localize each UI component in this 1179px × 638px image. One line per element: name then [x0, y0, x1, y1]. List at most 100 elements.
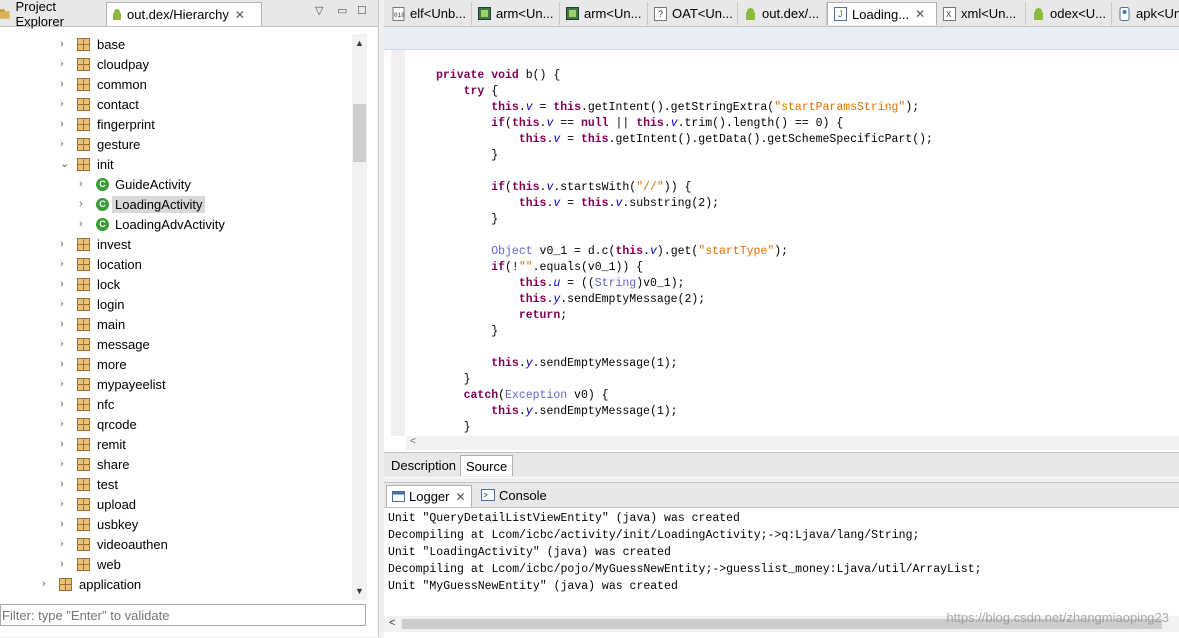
chevron-right-icon[interactable]: ›	[60, 519, 70, 530]
tree-item[interactable]: › contact	[60, 94, 139, 114]
class-icon: C	[96, 177, 109, 191]
chevron-right-icon[interactable]: ›	[60, 119, 70, 130]
code-token: .	[518, 405, 526, 418]
code-token: ==	[553, 117, 581, 130]
tree-item-label: qrcode	[97, 416, 137, 432]
chevron-right-icon[interactable]: ›	[60, 139, 70, 150]
scroll-up-icon[interactable]: ▲	[355, 38, 364, 48]
chevron-right-icon[interactable]: ›	[60, 299, 70, 310]
chevron-right-icon[interactable]: ›	[60, 439, 70, 450]
chevron-right-icon[interactable]: ›	[60, 379, 70, 390]
chevron-right-icon[interactable]: ›	[60, 459, 70, 470]
tab-source[interactable]: Source	[460, 455, 514, 476]
scroll-left-icon[interactable]: <	[410, 436, 416, 447]
package-icon	[77, 137, 90, 151]
code-token: if	[491, 117, 506, 130]
tree-item-label: init	[97, 156, 114, 172]
scroll-left-icon[interactable]: <	[389, 617, 395, 629]
tree-item[interactable]: › share	[60, 454, 130, 474]
tree-item[interactable]: › application	[42, 574, 141, 594]
source-code-view[interactable]: private void b() { try { this.v = this.g…	[384, 50, 1179, 436]
tree-item[interactable]: › base	[60, 34, 125, 54]
chevron-right-icon[interactable]: ›	[60, 99, 70, 110]
editor-tab[interactable]: 010 elf<Unb...	[386, 2, 472, 25]
scroll-down-icon[interactable]: ▼	[355, 586, 364, 596]
code-line: this.v = this.getIntent().getStringExtra…	[436, 100, 919, 116]
tab-description[interactable]: Description	[386, 455, 461, 475]
chevron-right-icon[interactable]: ›	[42, 579, 52, 590]
tree-item[interactable]: › qrcode	[60, 414, 137, 434]
chevron-right-icon[interactable]: ›	[60, 339, 70, 350]
chevron-right-icon[interactable]: ›	[60, 399, 70, 410]
tree-item[interactable]: › common	[60, 74, 147, 94]
editor-tab[interactable]: out.dex/...	[738, 2, 827, 25]
chevron-right-icon[interactable]: ›	[60, 239, 70, 250]
tree-item[interactable]: › mypayeelist	[60, 374, 166, 394]
tree-item[interactable]: › cloudpay	[60, 54, 149, 74]
tree-item[interactable]: › main	[60, 314, 125, 334]
minimize-icon[interactable]: ▭	[337, 4, 347, 17]
tree-item[interactable]: › location	[60, 254, 142, 274]
close-icon[interactable]: ✕	[915, 7, 925, 21]
chevron-right-icon[interactable]: ›	[60, 499, 70, 510]
chevron-right-icon[interactable]: ›	[79, 179, 89, 190]
tree-item[interactable]: › usbkey	[60, 514, 138, 534]
tree-item[interactable]: › fingerprint	[60, 114, 155, 134]
tree-item[interactable]: › login	[60, 294, 124, 314]
chevron-right-icon[interactable]: ›	[60, 79, 70, 90]
tree-item[interactable]: › lock	[60, 274, 120, 294]
tree-item-label: GuideActivity	[115, 176, 191, 192]
maximize-icon[interactable]: ☐	[357, 4, 367, 17]
tree-item[interactable]: ⌄ init	[60, 154, 114, 174]
tree-item[interactable]: › nfc	[60, 394, 114, 414]
editor-tab[interactable]: arm<Un...	[560, 2, 648, 25]
tree-item[interactable]: › gesture	[60, 134, 140, 154]
tree-item[interactable]: › C LoadingAdvActivity	[79, 214, 225, 234]
close-icon[interactable]: ✕	[235, 8, 245, 22]
chevron-right-icon[interactable]: ›	[60, 319, 70, 330]
tab-logger[interactable]: Logger ✕	[386, 485, 472, 507]
scroll-thumb[interactable]	[353, 104, 366, 162]
chevron-right-icon[interactable]: ›	[60, 279, 70, 290]
tree-item[interactable]: › invest	[60, 234, 131, 254]
code-token: this	[491, 101, 519, 114]
editor-tab[interactable]: arm<Un...	[472, 2, 560, 25]
tree-item[interactable]: › remit	[60, 434, 126, 454]
tree-item[interactable]: › web	[60, 554, 121, 574]
chevron-down-icon[interactable]: ⌄	[60, 159, 70, 170]
editor-tab[interactable]: apk<Un	[1112, 2, 1179, 25]
chevron-right-icon[interactable]: ›	[60, 59, 70, 70]
close-icon[interactable]: ✕	[455, 490, 465, 504]
tab-hierarchy-label: out.dex/Hierarchy	[127, 7, 229, 22]
tree-item[interactable]: › upload	[60, 494, 136, 514]
tree-item[interactable]: › message	[60, 334, 150, 354]
editor-tab[interactable]: Xxml<Un...	[937, 2, 1026, 25]
tree-item[interactable]: › C GuideActivity	[79, 174, 191, 194]
chevron-right-icon[interactable]: ›	[60, 559, 70, 570]
chevron-right-icon[interactable]: ›	[79, 219, 89, 230]
chevron-right-icon[interactable]: ›	[60, 39, 70, 50]
chevron-right-icon[interactable]: ›	[60, 479, 70, 490]
editor-tab[interactable]: odex<U...	[1026, 2, 1112, 25]
code-token: private void	[436, 69, 526, 82]
tree-item[interactable]: › more	[60, 354, 127, 374]
code-hscrollbar[interactable]: <	[406, 436, 1179, 450]
editor-tab[interactable]: ? OAT<Un...	[648, 2, 738, 25]
package-icon	[77, 457, 90, 471]
tab-console[interactable]: Console	[476, 485, 552, 506]
chevron-right-icon[interactable]: ›	[60, 539, 70, 550]
chevron-right-icon[interactable]: ›	[60, 359, 70, 370]
tree-item[interactable]: › videoauthen	[60, 534, 168, 554]
view-menu-icon[interactable]: ▽	[315, 4, 323, 17]
chevron-right-icon[interactable]: ›	[79, 199, 89, 210]
editor-tab[interactable]: J Loading... ✕	[827, 2, 937, 25]
code-line: }	[436, 324, 498, 340]
chevron-right-icon[interactable]: ›	[60, 419, 70, 430]
tree-item[interactable]: › test	[60, 474, 118, 494]
tree-item[interactable]: › C LoadingActivity	[79, 194, 206, 214]
tree-scrollbar[interactable]: ▲ ▼	[352, 34, 367, 600]
chevron-right-icon[interactable]: ›	[60, 259, 70, 270]
tab-project-explorer[interactable]: Project Explorer	[0, 0, 104, 29]
tab-hierarchy[interactable]: out.dex/Hierarchy ✕	[106, 2, 262, 26]
filter-input[interactable]	[0, 604, 366, 626]
